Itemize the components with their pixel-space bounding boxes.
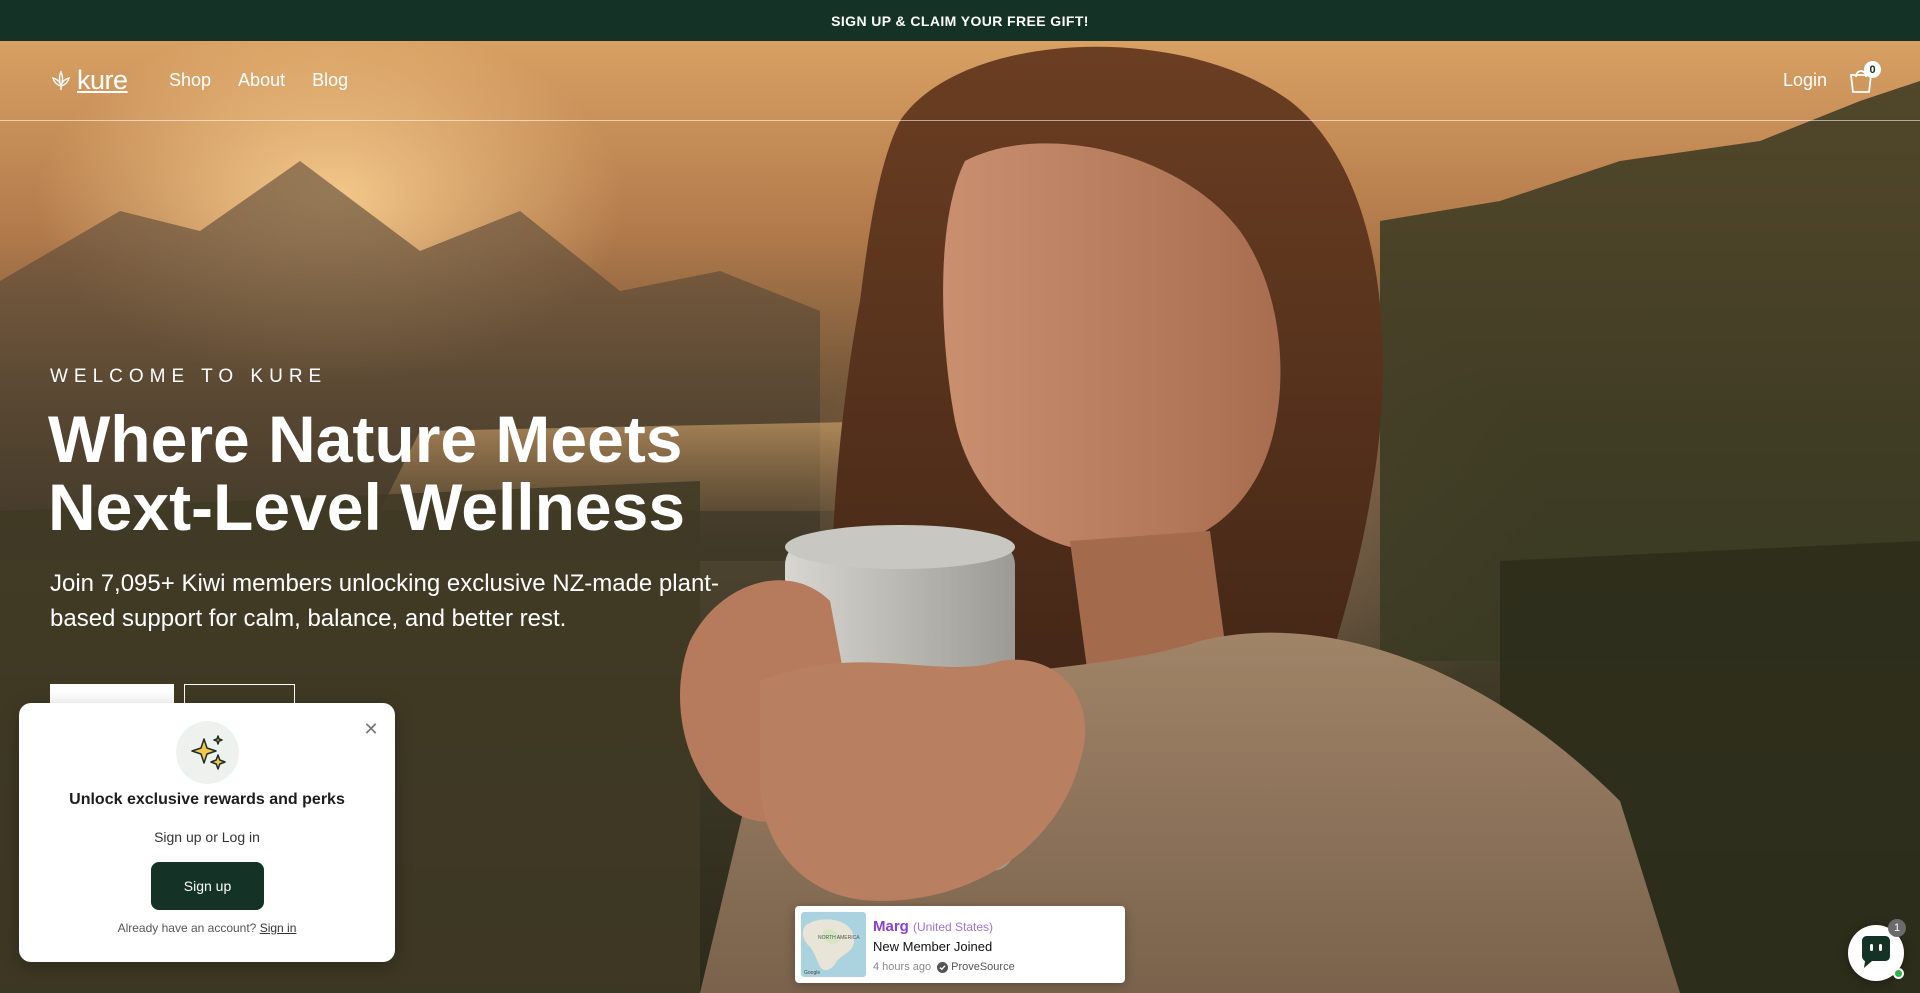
- chat-widget-button[interactable]: 1: [1848, 919, 1906, 981]
- chat-unread-badge: 1: [1888, 919, 1906, 937]
- logo-wordmark: kure: [77, 65, 128, 95]
- rewards-subtitle: Sign up or Log in: [154, 829, 260, 845]
- online-status-dot: [1893, 968, 1904, 979]
- provesource-label: ProveSource: [951, 961, 1015, 973]
- social-proof-toast[interactable]: NORTH AMERICA Google Marg (United States…: [795, 906, 1125, 983]
- kure-logo[interactable]: kure: [49, 67, 128, 94]
- map-region-label: NORTH AMERICA: [818, 935, 860, 941]
- map-thumbnail: NORTH AMERICA Google: [801, 912, 866, 977]
- cart-count-badge: 0: [1864, 61, 1881, 78]
- rewards-popup: ✕ Unlock exclusive rewards and perks Sig…: [19, 703, 395, 962]
- rewards-title: Unlock exclusive rewards and perks: [69, 791, 345, 808]
- rewards-already-account: Already have an account? Sign in: [19, 921, 395, 935]
- verified-check-icon: [937, 961, 949, 973]
- headline-line-1: Where Nature Meets: [48, 402, 683, 476]
- nav-blog[interactable]: Blog: [312, 70, 348, 91]
- login-link[interactable]: Login: [1783, 70, 1827, 91]
- announcement-bar[interactable]: SIGN UP & CLAIM YOUR FREE GIFT!: [0, 0, 1920, 41]
- provesource-badge: ProveSource: [937, 961, 1015, 973]
- signin-link[interactable]: Sign in: [260, 921, 297, 935]
- proof-member-name: Marg: [873, 918, 909, 935]
- proof-location: (United States): [913, 920, 994, 934]
- proof-meta: 4 hours ago ProveSource: [873, 961, 1015, 973]
- nav-shop[interactable]: Shop: [169, 70, 211, 91]
- hero-subcopy: Join 7,095+ Kiwi members unlocking exclu…: [50, 570, 719, 632]
- nav-about[interactable]: About: [238, 70, 285, 91]
- already-account-text: Already have an account?: [117, 921, 257, 935]
- proof-time: 4 hours ago: [873, 961, 932, 973]
- headline-line-2: Next-Level Wellness: [48, 470, 686, 544]
- main-nav: Shop About Blog: [169, 70, 348, 91]
- sparkle-icon: [176, 721, 239, 784]
- site-header: kure Shop About Blog Login 0: [0, 41, 1920, 121]
- proof-event: New Member Joined: [873, 939, 993, 954]
- close-icon[interactable]: ✕: [361, 719, 381, 739]
- rewards-signup-button[interactable]: Sign up: [151, 862, 264, 910]
- leaf-logo-icon: [52, 69, 70, 90]
- hero-headline: Where Nature Meets Next-Level Wellness: [48, 405, 808, 541]
- map-credit: Google: [804, 970, 820, 976]
- proof-name: Marg (United States): [873, 918, 993, 935]
- hero-eyebrow: WELCOME TO KURE: [50, 366, 328, 387]
